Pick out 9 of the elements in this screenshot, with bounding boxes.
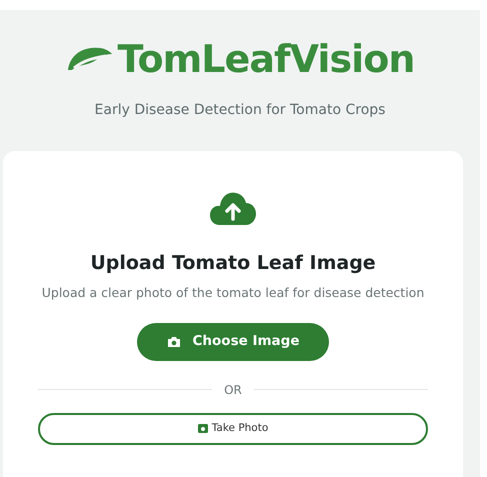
camera-icon: [166, 336, 180, 348]
upload-description: Upload a clear photo of the tomato leaf for disease detection: [40, 284, 426, 300]
camera-icon: [198, 424, 208, 433]
app-title: TomLeafVision: [118, 40, 414, 78]
take-photo-button[interactable]: Take Photo: [38, 412, 428, 444]
choose-image-button[interactable]: Choose Image: [137, 322, 329, 360]
divider-label: OR: [224, 382, 242, 398]
upload-heading: Upload Tomato Leaf Image: [90, 251, 376, 276]
app-subtitle: Early Disease Detection for Tomato Crops: [94, 101, 386, 120]
